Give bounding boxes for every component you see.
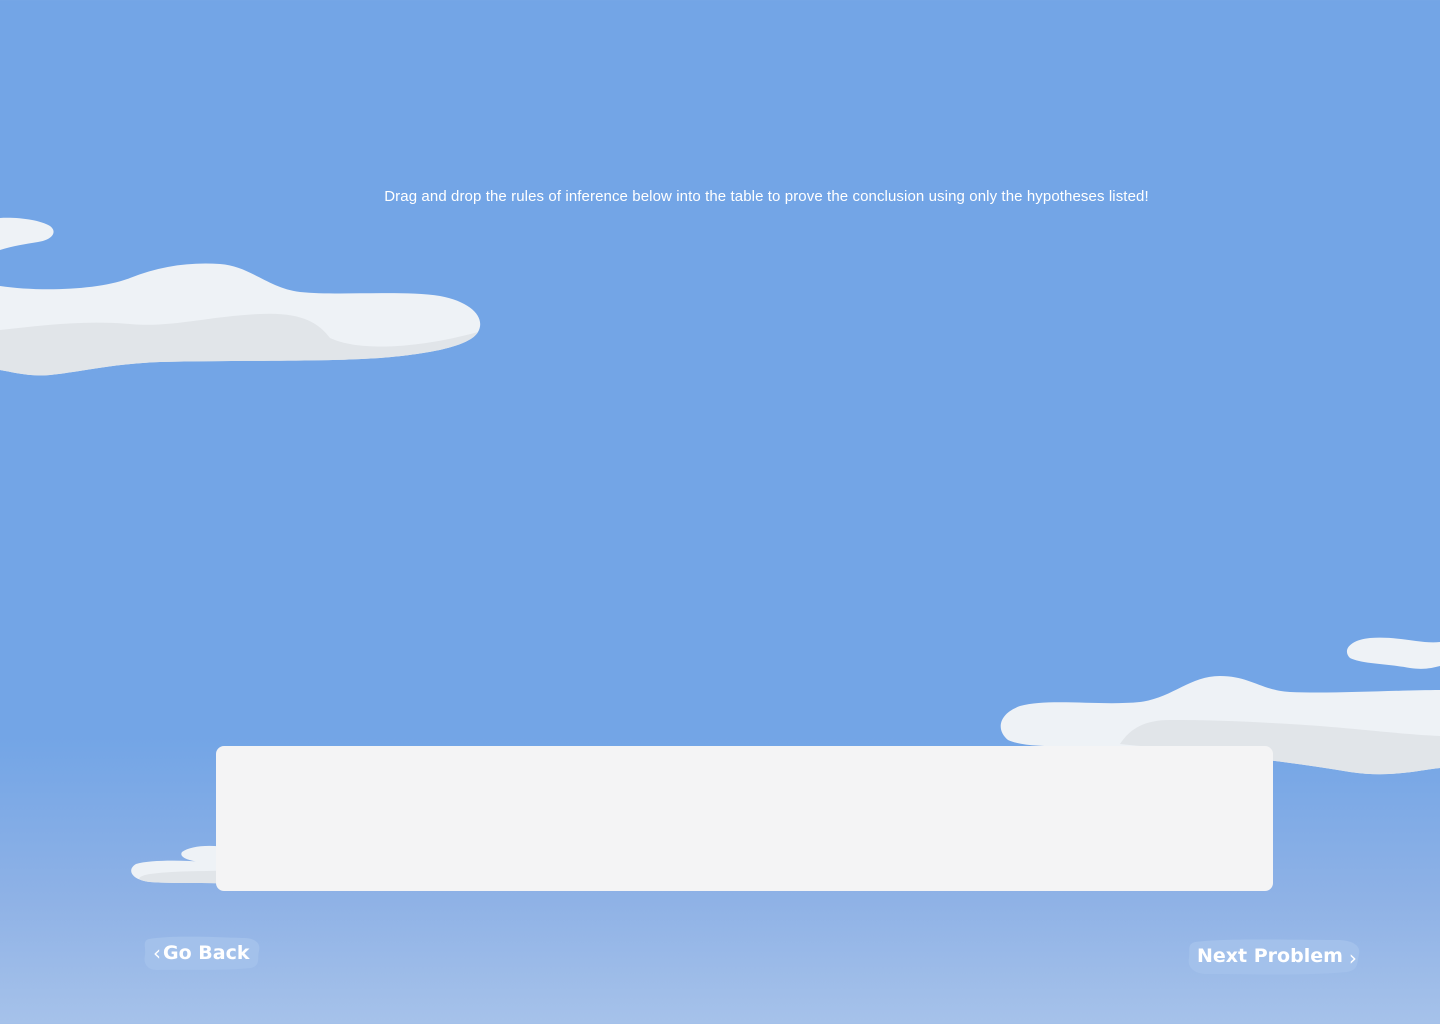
cloud-small-right	[1346, 637, 1440, 669]
rules-of-inference-tray[interactable]	[216, 746, 1273, 891]
instruction-text: Drag and drop the rules of inference bel…	[384, 188, 1149, 205]
go-back-label: Go Back	[163, 942, 250, 964]
chevron-left-icon: ‹	[153, 941, 161, 965]
chevron-right-icon: ›	[1348, 945, 1357, 970]
next-problem-button[interactable]: Next Problem ›	[1187, 936, 1361, 976]
cloud-small-top-left	[0, 217, 54, 250]
next-problem-label: Next Problem	[1197, 945, 1343, 967]
go-back-button[interactable]: ‹ Go Back	[143, 935, 261, 971]
cloud-left	[0, 263, 481, 376]
